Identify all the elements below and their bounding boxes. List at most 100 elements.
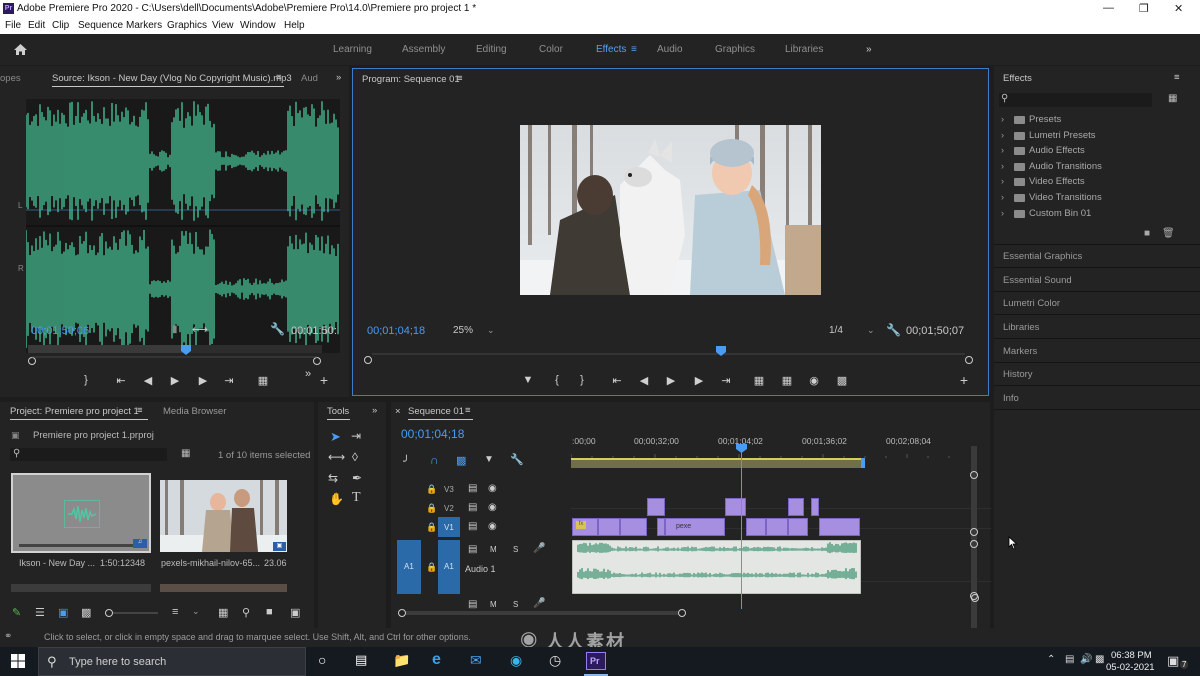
timeline-playhead-timecode[interactable]: 00;01;04;18 (401, 427, 464, 441)
panel-menu-icon[interactable]: ≡ (276, 72, 282, 83)
eye-icon[interactable]: ◉ (488, 502, 497, 513)
add-marker-timeline-icon[interactable]: ▼ (484, 454, 494, 465)
menu-window[interactable]: Window (240, 20, 276, 31)
sort-icon[interactable]: ≡ (172, 606, 178, 618)
windows-start-icon[interactable] (11, 654, 25, 668)
lock-icon[interactable]: 🔒 (426, 522, 437, 533)
tools-overflow-icon[interactable]: » (372, 405, 377, 416)
program-add-button-icon[interactable]: + (957, 372, 971, 388)
resolution-chevron-down-icon[interactable]: ⌄ (867, 325, 875, 336)
nest-sequence-icon[interactable]: ╯ (403, 455, 410, 468)
controls-overflow-icon[interactable]: » (301, 368, 315, 380)
effects-item-audio-effects[interactable]: Audio Effects (1029, 145, 1085, 156)
project-item-name[interactable]: Ikson - New Day ... (19, 558, 95, 568)
workspace-tab-effects[interactable]: Effects (596, 44, 626, 55)
toggle-sync-lock-icon[interactable]: ▤ (468, 521, 477, 532)
chevron-right-icon[interactable]: › (1001, 130, 1004, 140)
video-clip[interactable]: pexe (665, 518, 725, 536)
chevron-right-icon[interactable]: › (1001, 161, 1004, 171)
video-clip[interactable] (746, 518, 766, 536)
maximize-icon[interactable]: ❐ (1139, 2, 1149, 15)
essential-sound-panel[interactable]: Essential Sound (1003, 275, 1072, 286)
insert-icon[interactable]: ▦ (256, 374, 270, 387)
toggle-sync-lock-icon[interactable]: ▤ (468, 502, 477, 513)
program-mark-out-icon[interactable]: } (575, 374, 589, 386)
timeline-playhead-line[interactable] (741, 449, 742, 609)
effects-title[interactable]: Effects (1003, 73, 1032, 84)
go-to-in-icon[interactable]: ⇤ (114, 374, 128, 387)
video-clip[interactable] (657, 518, 665, 536)
zoom-level-select[interactable]: 25% (453, 325, 473, 336)
zoom-slider[interactable] (104, 607, 158, 619)
extract-icon[interactable]: ▦ (780, 374, 794, 387)
workspace-tab-color[interactable]: Color (539, 44, 563, 55)
clock-app-icon[interactable]: ◷ (549, 652, 561, 669)
audio-clip[interactable] (572, 540, 861, 594)
source-scrub-bar[interactable] (28, 341, 322, 365)
chevron-right-icon[interactable]: › (1001, 208, 1004, 218)
taskbar-clock-time[interactable]: 06:38 PM (1111, 650, 1152, 661)
eye-icon[interactable]: ◉ (488, 483, 497, 494)
effects-item-custom-bin[interactable]: Custom Bin 01 (1029, 208, 1091, 219)
linked-selection-icon[interactable]: ▩ (456, 454, 466, 467)
workspace-menu-icon[interactable]: ≡ (631, 44, 637, 55)
wrench-icon[interactable]: 🔧 (270, 322, 285, 336)
project-item-name[interactable]: pexels-mikhail-nilov-65... (161, 558, 260, 568)
internet-explorer-icon[interactable]: e (432, 651, 441, 669)
toggle-sync-lock-icon[interactable]: ▤ (468, 483, 477, 494)
effects-search-input[interactable] (999, 93, 1152, 107)
video-clip-v2[interactable] (647, 498, 665, 516)
drag-video-icon[interactable]: ⟷ (192, 323, 208, 336)
mute-button[interactable]: M (490, 545, 497, 554)
menu-help[interactable]: Help (284, 20, 305, 31)
project-panel-menu-icon[interactable]: ≡ (137, 405, 143, 416)
video-clip-v2[interactable] (788, 498, 804, 516)
project-search-input[interactable] (10, 448, 167, 461)
zoom-chevron-down-icon[interactable]: ⌄ (487, 325, 495, 336)
lock-icon[interactable]: 🔒 (426, 503, 437, 514)
edge-browser-icon[interactable]: ◉ (510, 652, 522, 669)
show-hidden-icons-chevron-up-icon[interactable]: ⌃ (1047, 654, 1055, 665)
workspace-tab-libraries[interactable]: Libraries (785, 44, 823, 55)
comparison-view-icon[interactable]: ▩ (835, 374, 849, 387)
timeline-track-area[interactable] (571, 446, 991, 628)
chevron-right-icon[interactable]: › (1001, 145, 1004, 155)
effects-item-video-transitions[interactable]: Video Transitions (1029, 192, 1102, 203)
lumetri-color-panel[interactable]: Lumetri Color (1003, 298, 1060, 309)
step-back-icon[interactable]: ◀ (141, 374, 155, 387)
menu-edit[interactable]: Edit (28, 20, 45, 31)
source-patch-a1[interactable]: A1 (397, 540, 421, 594)
playback-resolution-select[interactable]: 1/4 (829, 325, 843, 336)
menu-clip[interactable]: Clip (52, 20, 69, 31)
chevron-right-icon[interactable]: › (1001, 192, 1004, 202)
snap-magnet-icon[interactable]: ∩ (430, 453, 439, 467)
microphone-icon[interactable]: 🎤 (533, 543, 545, 554)
program-playhead-timecode[interactable]: 00;01;04;18 (367, 325, 425, 337)
toggle-sync-lock-icon[interactable]: ▤ (468, 544, 477, 555)
markers-panel[interactable]: Markers (1003, 346, 1037, 357)
video-clip-v2[interactable] (725, 498, 746, 516)
slip-tool-icon[interactable]: ⇆ (328, 471, 338, 485)
workspace-tab-learning[interactable]: Learning (333, 44, 372, 55)
video-clip[interactable] (620, 518, 647, 536)
program-scrub-bar[interactable] (363, 345, 975, 365)
effects-item-audio-transitions[interactable]: Audio Transitions (1029, 161, 1102, 172)
battery-icon[interactable]: ▩ (1095, 654, 1104, 665)
audio-clip-mixer-tab[interactable]: Aud (301, 73, 318, 84)
chevron-right-icon[interactable]: › (1001, 114, 1004, 124)
list-view-icon[interactable]: ☰ (35, 606, 45, 619)
project-tab[interactable]: Project: Premiere pro project 1 (10, 406, 139, 417)
volume-icon[interactable]: 🔊 (1080, 654, 1092, 665)
program-play-icon[interactable]: ▶ (664, 374, 678, 387)
timeline-zoom-scroll[interactable] (397, 607, 687, 619)
new-bin-folder-icon[interactable]: ■ (266, 606, 273, 618)
workspace-tab-audio[interactable]: Audio (657, 44, 683, 55)
scopes-tab[interactable]: opes (0, 73, 21, 84)
pencil-icon[interactable]: ✎ (12, 606, 21, 619)
mail-icon[interactable]: ✉ (470, 652, 482, 669)
media-browser-tab[interactable]: Media Browser (163, 406, 226, 417)
home-icon[interactable] (13, 43, 28, 56)
taskbar-search-box[interactable]: ⚲ Type here to search (38, 647, 306, 676)
go-to-out-icon[interactable]: ⇥ (222, 374, 236, 387)
video-clip[interactable] (819, 518, 860, 536)
